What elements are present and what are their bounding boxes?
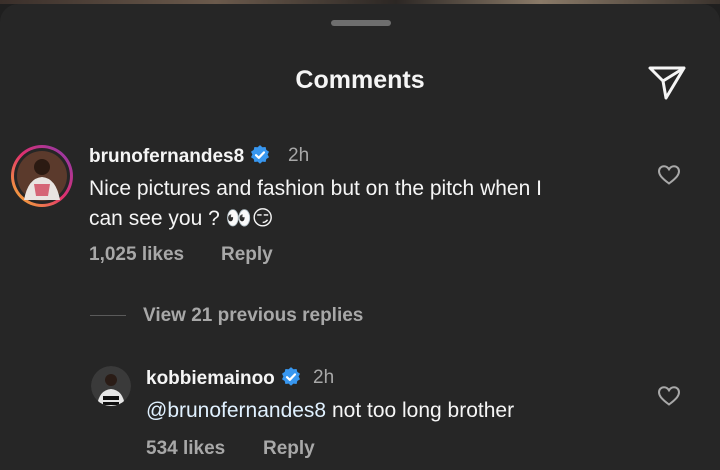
comment-username[interactable]: brunofernandes8 bbox=[89, 145, 270, 171]
share-icon[interactable] bbox=[646, 64, 688, 102]
emojis: 👀😏 bbox=[225, 207, 274, 230]
drag-handle[interactable] bbox=[331, 20, 391, 26]
view-previous-replies-button[interactable]: View 21 previous replies bbox=[143, 305, 363, 327]
replies-divider bbox=[90, 315, 126, 316]
username-text[interactable]: brunofernandes8 bbox=[89, 146, 244, 167]
like-count[interactable]: 1,025 likes bbox=[89, 244, 184, 266]
username-text[interactable]: kobbiemainoo bbox=[146, 368, 275, 389]
comment-time: 2h bbox=[288, 145, 310, 166]
reply-time: 2h bbox=[313, 367, 335, 388]
reply-button[interactable]: Reply bbox=[221, 244, 273, 266]
avatar[interactable] bbox=[10, 144, 74, 208]
comment-text: Nice pictures and fashion but on the pit… bbox=[89, 174, 542, 234]
like-count[interactable]: 534 likes bbox=[146, 438, 225, 460]
reply-text: @brunofernandes8 not too long brother bbox=[146, 396, 514, 426]
mention-link[interactable]: @brunofernandes8 bbox=[146, 399, 326, 422]
comment-line-1: Nice pictures and fashion but on the pit… bbox=[89, 177, 542, 200]
verified-icon bbox=[281, 367, 301, 393]
comment-line-2-text: can see you ? bbox=[89, 207, 220, 230]
reply-username[interactable]: kobbiemainoo bbox=[146, 367, 301, 393]
verified-icon bbox=[250, 145, 270, 171]
reply-body: not too long brother bbox=[326, 399, 515, 422]
reply-button[interactable]: Reply bbox=[263, 438, 315, 460]
heart-icon[interactable] bbox=[657, 386, 681, 411]
comment-line-2: can see you ? 👀😏 bbox=[89, 204, 542, 234]
avatar[interactable] bbox=[91, 366, 131, 406]
heart-icon[interactable] bbox=[657, 165, 681, 190]
sheet-title: Comments bbox=[295, 66, 425, 94]
